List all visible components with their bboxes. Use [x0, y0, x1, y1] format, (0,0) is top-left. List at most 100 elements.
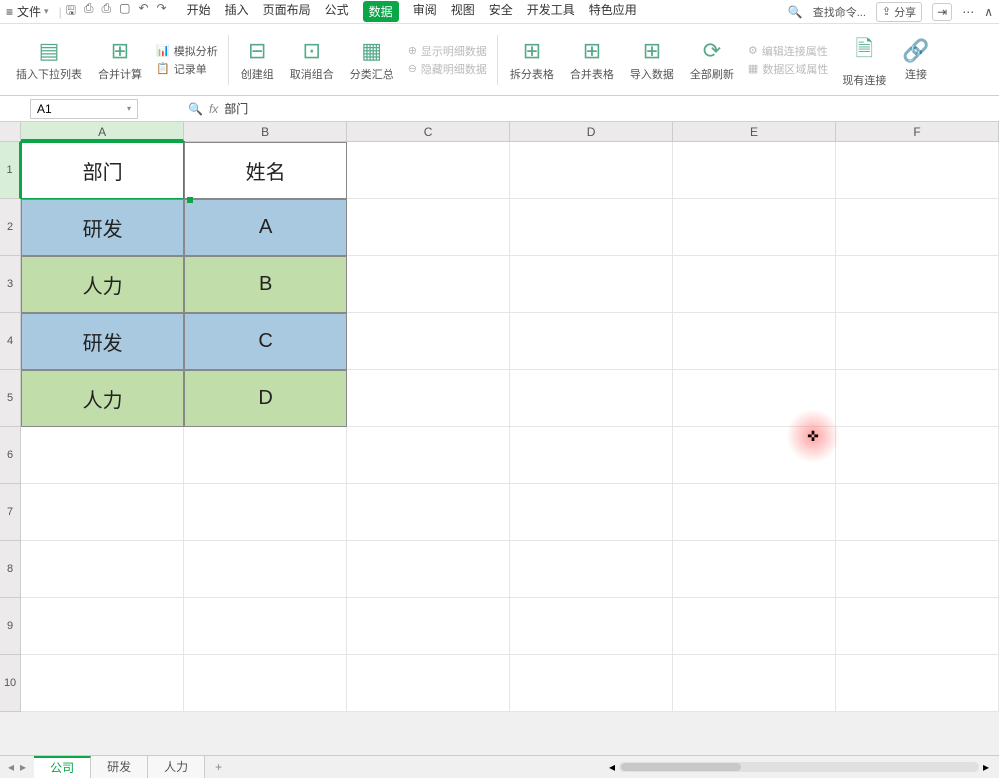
cell-a9[interactable] — [21, 598, 184, 655]
cell-c2[interactable] — [347, 199, 510, 256]
formula-input[interactable]: 部门 — [218, 100, 999, 117]
cell-c6[interactable] — [347, 427, 510, 484]
cell-d9[interactable] — [510, 598, 673, 655]
existing-conn-button[interactable]: 🗎现有连接 — [834, 30, 894, 90]
file-menu[interactable]: 文件 ▾ — [17, 3, 49, 20]
sheet-tab-hr[interactable]: 人力 — [148, 756, 205, 778]
cell-a6[interactable] — [21, 427, 184, 484]
cell-d4[interactable] — [510, 313, 673, 370]
cell-a7[interactable] — [21, 484, 184, 541]
row-header-4[interactable]: 4 — [0, 313, 21, 370]
cell-e2[interactable] — [673, 199, 836, 256]
cell-a2[interactable]: 研发 — [21, 199, 184, 256]
cell-d5[interactable] — [510, 370, 673, 427]
cell-b2[interactable]: A — [184, 199, 347, 256]
cell-b8[interactable] — [184, 541, 347, 598]
selection-handle[interactable] — [187, 197, 193, 203]
cell-e9[interactable] — [673, 598, 836, 655]
row-header-6[interactable]: 6 — [0, 427, 21, 484]
cell-b6[interactable] — [184, 427, 347, 484]
undo-icon[interactable]: ↶ — [138, 1, 148, 22]
hamburger-icon[interactable]: ≡ — [6, 5, 13, 19]
col-header-f[interactable]: F — [836, 122, 999, 141]
scroll-thumb[interactable] — [621, 763, 741, 771]
cell-e7[interactable] — [673, 484, 836, 541]
tab-dev-tools[interactable]: 开发工具 — [527, 1, 575, 22]
preview-icon[interactable]: ▢ — [119, 1, 130, 22]
cell-d7[interactable] — [510, 484, 673, 541]
print-icon[interactable]: ⎙ — [102, 1, 112, 22]
dropdown-list-button[interactable]: ▤插入下拉列表 — [8, 30, 90, 90]
select-all-corner[interactable] — [0, 122, 21, 141]
row-header-5[interactable]: 5 — [0, 370, 21, 427]
more-icon[interactable]: ⋯ — [962, 5, 974, 19]
cell-a4[interactable]: 研发 — [21, 313, 184, 370]
cell-f5[interactable] — [836, 370, 999, 427]
cell-b9[interactable] — [184, 598, 347, 655]
row-header-10[interactable]: 10 — [0, 655, 21, 712]
cell-f8[interactable] — [836, 541, 999, 598]
save-icon[interactable]: 🖫 — [66, 1, 76, 22]
cell-f3[interactable] — [836, 256, 999, 313]
row-header-2[interactable]: 2 — [0, 199, 21, 256]
row-header-1[interactable]: 1 — [0, 142, 21, 199]
scroll-left-icon[interactable]: ◂ — [609, 760, 615, 774]
cell-c9[interactable] — [347, 598, 510, 655]
cell-b1[interactable]: 姓名 — [184, 142, 347, 199]
cell-b10[interactable] — [184, 655, 347, 712]
sheet-tab-company[interactable]: 公司 — [34, 756, 91, 778]
cell-e4[interactable] — [673, 313, 836, 370]
cell-b3[interactable]: B — [184, 256, 347, 313]
cell-e1[interactable] — [673, 142, 836, 199]
cell-a5[interactable]: 人力 — [21, 370, 184, 427]
subtotal-button[interactable]: ▦分类汇总 — [342, 30, 402, 90]
hide-detail-button[interactable]: ⊖隐藏明细数据 — [408, 61, 487, 77]
redo-icon[interactable]: ↷ — [157, 1, 167, 22]
col-header-b[interactable]: B — [184, 122, 347, 141]
tab-insert[interactable]: 插入 — [225, 1, 249, 22]
sheet-tab-dev[interactable]: 研发 — [91, 756, 148, 778]
whatif-button[interactable]: 📊模拟分析 — [156, 43, 218, 59]
cell-c1[interactable] — [347, 142, 510, 199]
cell-c8[interactable] — [347, 541, 510, 598]
sheet-prev-icon[interactable]: ◂ — [8, 760, 14, 774]
tab-security[interactable]: 安全 — [489, 1, 513, 22]
tab-formula[interactable]: 公式 — [325, 1, 349, 22]
cell-c3[interactable] — [347, 256, 510, 313]
tab-page-layout[interactable]: 页面布局 — [263, 1, 311, 22]
cell-c4[interactable] — [347, 313, 510, 370]
cell-d6[interactable] — [510, 427, 673, 484]
cell-d3[interactable] — [510, 256, 673, 313]
cell-f7[interactable] — [836, 484, 999, 541]
cell-a1[interactable]: 部门 — [21, 142, 184, 199]
cell-f6[interactable] — [836, 427, 999, 484]
tab-data[interactable]: 数据 — [363, 1, 399, 22]
col-header-c[interactable]: C — [347, 122, 510, 141]
cell-e6[interactable] — [673, 427, 836, 484]
cell-b5[interactable]: D — [184, 370, 347, 427]
tab-view[interactable]: 视图 — [451, 1, 475, 22]
cell-f9[interactable] — [836, 598, 999, 655]
data-range-button[interactable]: ▦数据区域属性 — [748, 61, 828, 77]
cell-b7[interactable] — [184, 484, 347, 541]
cell-a8[interactable] — [21, 541, 184, 598]
add-sheet-button[interactable]: + — [205, 760, 232, 774]
export-icon[interactable]: ⇥ — [932, 3, 952, 21]
row-header-7[interactable]: 7 — [0, 484, 21, 541]
cell-c7[interactable] — [347, 484, 510, 541]
cell-d8[interactable] — [510, 541, 673, 598]
cell-b4[interactable]: C — [184, 313, 347, 370]
cell-d2[interactable] — [510, 199, 673, 256]
cell-a3[interactable]: 人力 — [21, 256, 184, 313]
cell-f10[interactable] — [836, 655, 999, 712]
save-as-icon[interactable]: ⎙ — [84, 1, 94, 22]
search-label[interactable]: 查找命令... — [813, 4, 866, 20]
cell-f4[interactable] — [836, 313, 999, 370]
tab-special[interactable]: 特色应用 — [589, 1, 637, 22]
tab-review[interactable]: 审阅 — [413, 1, 437, 22]
cell-f2[interactable] — [836, 199, 999, 256]
cell-e8[interactable] — [673, 541, 836, 598]
cell-e3[interactable] — [673, 256, 836, 313]
record-form-button[interactable]: 📋记录单 — [156, 61, 218, 77]
share-button[interactable]: ⇪ 分享 — [876, 2, 922, 22]
